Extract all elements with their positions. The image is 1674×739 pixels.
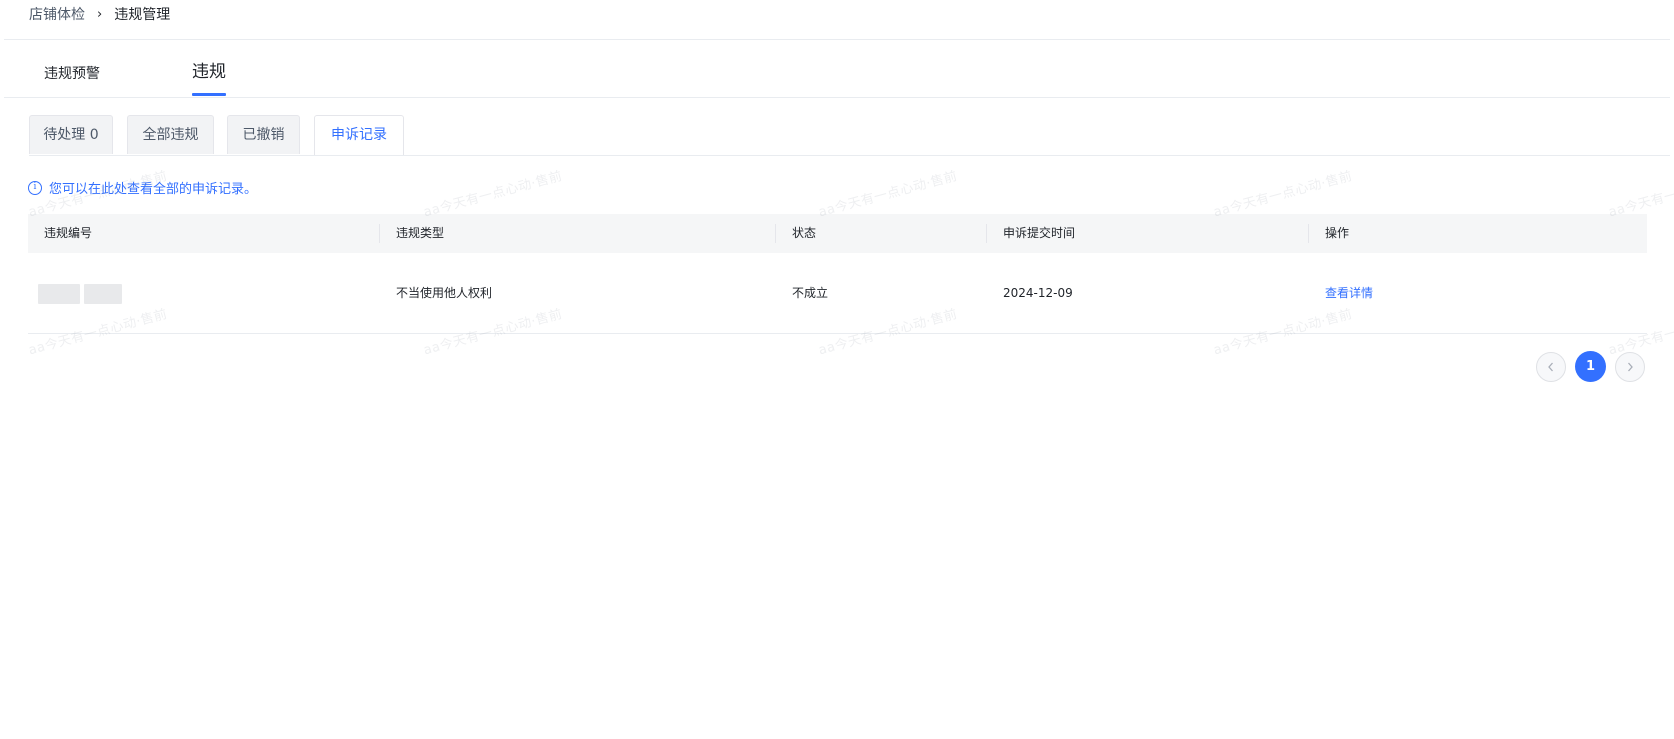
divider [4,97,1670,98]
divider [29,155,1670,156]
breadcrumb-separator-icon: › [97,6,103,22]
subtab-revoked[interactable]: 已撤销 [227,115,300,154]
pagination: 1 [1536,351,1645,382]
appeal-records-table: 违规编号 违规类型 状态 申诉提交时间 操作 不当使用他人权利 不成立 2024… [28,214,1647,334]
column-header-violation-id: 违规编号 [44,226,93,240]
tab-violation[interactable]: 违规 [192,56,226,96]
table-row: 不当使用他人权利 不成立 2024-12-09 查看详情 [28,253,1647,334]
cell-action: 查看详情 [1309,253,1647,333]
prev-page-button[interactable] [1536,351,1566,382]
cell-violation-id [28,253,379,333]
cell-violation-type: 不当使用他人权利 [396,286,493,300]
subtab-pending[interactable]: 待处理 0 [29,115,113,154]
active-tab-indicator [192,93,226,96]
watermark-text: aa今天有一点心动·售前 [1212,168,1355,221]
tab-label: 违规预警 [44,66,100,82]
page-number-button[interactable]: 1 [1575,351,1606,382]
chevron-left-icon [1548,362,1553,371]
chevron-right-icon [1628,362,1633,371]
column-header-violation-type: 违规类型 [396,226,445,240]
column-header-action: 操作 [1325,226,1350,240]
watermark-text: aa今天有一点心动·售前 [1607,168,1674,221]
main-tabs: 违规预警 违规 [0,58,1674,98]
tab-violation-warning[interactable]: 违规预警 [44,58,100,98]
page: 店铺体检 › 违规管理 违规预警 违规 待处理 0 全部违规 已撤销 申诉记录 … [0,0,1674,739]
watermark-text: aa今天有一点心动·售前 [817,168,960,221]
info-text: 您可以在此处查看全部的申诉记录。 [49,182,258,197]
view-details-link[interactable]: 查看详情 [1325,286,1373,300]
table-header: 违规编号 违规类型 状态 申诉提交时间 操作 [28,214,1647,253]
info-icon: i [28,180,42,195]
watermark-text: aa今天有一点心动·售前 [422,168,565,221]
info-notice: i 您可以在此处查看全部的申诉记录。 [28,178,257,197]
breadcrumb: 店铺体检 › 违规管理 [29,4,170,24]
cell-submit-time: 2024-12-09 [1003,286,1073,300]
cell-status: 不成立 [792,286,829,300]
subtab-all-violations[interactable]: 全部违规 [127,115,214,154]
column-header-submit-time: 申诉提交时间 [1003,226,1076,240]
redacted-block [38,283,80,304]
tab-label: 违规 [192,62,226,82]
column-header-status: 状态 [792,226,817,240]
breadcrumb-current: 违规管理 [114,7,171,23]
divider [4,39,1670,40]
breadcrumb-link-shop-checkup[interactable]: 店铺体检 [29,4,85,24]
subtab-appeal-records[interactable]: 申诉记录 [314,115,404,156]
redacted-block [84,283,122,304]
next-page-button[interactable] [1615,351,1645,382]
